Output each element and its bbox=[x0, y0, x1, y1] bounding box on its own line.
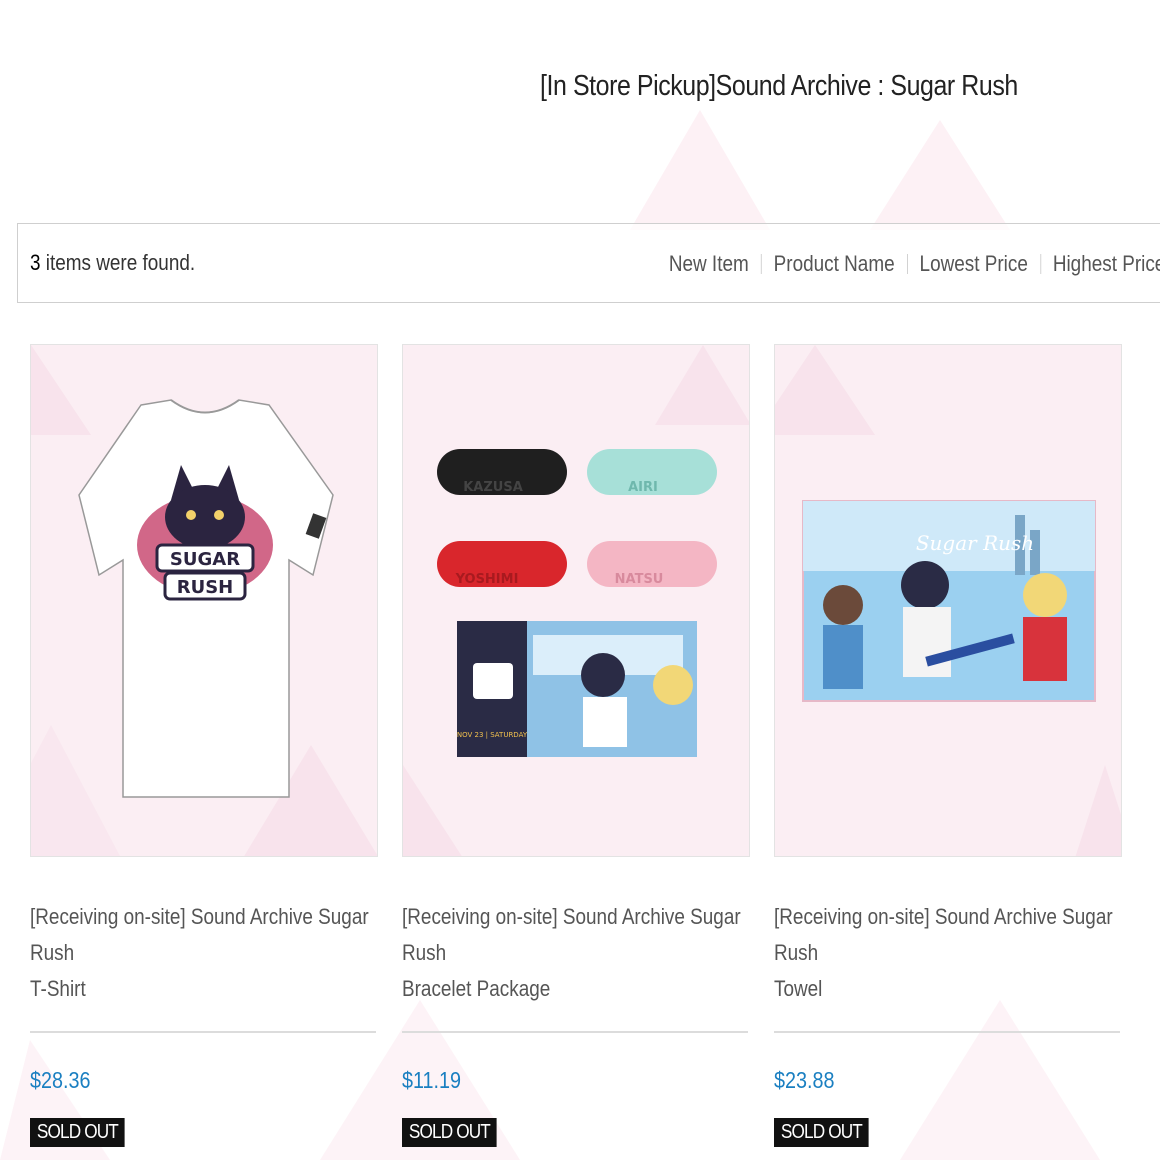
towel-image[interactable]: Sugar Rush bbox=[774, 344, 1122, 857]
divider bbox=[774, 1031, 1120, 1033]
svg-text:YOSHIMI: YOSHIMI bbox=[455, 572, 519, 587]
product-price: $28.36 bbox=[30, 1067, 91, 1093]
product-name[interactable]: [Receiving on-site] Sound Archive Sugar … bbox=[402, 899, 746, 1007]
product-price: $23.88 bbox=[774, 1067, 835, 1093]
sold-out-badge: SOLD OUT bbox=[30, 1118, 125, 1147]
product-name[interactable]: [Receiving on-site] Sound Archive Sugar … bbox=[30, 899, 374, 1007]
product-price: $11.19 bbox=[402, 1067, 462, 1093]
sort-divider bbox=[760, 254, 762, 274]
divider bbox=[30, 1031, 376, 1033]
svg-text:SUGAR: SUGAR bbox=[170, 549, 240, 570]
sold-out-badge: SOLD OUT bbox=[774, 1118, 869, 1147]
sort-highest-price[interactable]: Highest Price bbox=[1052, 251, 1160, 277]
product-card[interactable]: SUGAR RUSH [Receiving on-site] Sound Arc… bbox=[30, 344, 378, 1147]
page-title: [In Store Pickup]Sound Archive : Sugar R… bbox=[540, 70, 1018, 102]
sort-new-item[interactable]: New Item bbox=[668, 251, 748, 277]
sort-menu: New Item Product Name Lowest Price Highe… bbox=[668, 251, 1160, 277]
sold-out-badge: SOLD OUT bbox=[402, 1118, 497, 1147]
svg-text:NATSU: NATSU bbox=[615, 572, 664, 587]
bracelet-package-image[interactable]: KAZUSA AIRI YOSHIMI NATSU NOV 23 | SATUR… bbox=[402, 344, 750, 857]
svg-text:RUSH: RUSH bbox=[177, 577, 234, 598]
svg-text:Sugar Rush: Sugar Rush bbox=[916, 531, 1034, 555]
divider bbox=[402, 1031, 748, 1033]
svg-text:NOV 23 | SATURDAY: NOV 23 | SATURDAY bbox=[457, 731, 528, 739]
product-name[interactable]: [Receiving on-site] Sound Archive Sugar … bbox=[774, 899, 1118, 1007]
sort-product-name[interactable]: Product Name bbox=[773, 251, 894, 277]
sort-lowest-price[interactable]: Lowest Price bbox=[919, 251, 1027, 277]
result-count: 3 items were found. bbox=[30, 250, 196, 275]
product-card[interactable]: Sugar Rush [Receiving on-site] Sound Arc… bbox=[774, 344, 1122, 1147]
svg-text:KAZUSA: KAZUSA bbox=[463, 480, 523, 495]
tshirt-image[interactable]: SUGAR RUSH bbox=[30, 344, 378, 857]
sort-divider bbox=[906, 254, 908, 274]
sort-divider bbox=[1039, 254, 1041, 274]
product-card[interactable]: KAZUSA AIRI YOSHIMI NATSU NOV 23 | SATUR… bbox=[402, 344, 750, 1147]
result-toolbar: 3 items were found. New Item Product Nam… bbox=[17, 223, 1160, 303]
svg-text:AIRI: AIRI bbox=[628, 480, 658, 495]
